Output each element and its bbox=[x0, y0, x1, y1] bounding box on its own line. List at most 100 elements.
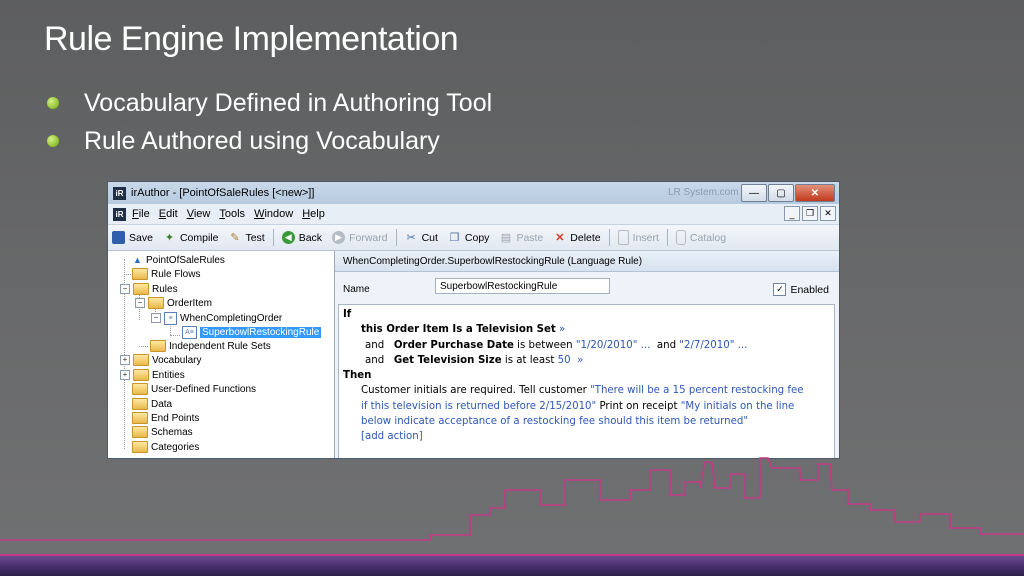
titlebar-faded-text: LR System.com bbox=[668, 187, 739, 198]
mdi-close-button[interactable]: ✕ bbox=[820, 206, 836, 221]
folder-icon bbox=[132, 398, 148, 410]
tree-item-label: Schemas bbox=[151, 426, 193, 438]
forward-button[interactable]: ▶ Forward bbox=[332, 231, 388, 244]
expand-icon[interactable]: + bbox=[120, 355, 130, 365]
condition-value[interactable]: "2/7/2010" ... bbox=[679, 340, 747, 351]
action-value[interactable]: "My initials on the line bbox=[681, 401, 795, 412]
copy-label: Copy bbox=[464, 231, 490, 244]
tree-item-user-defined-functions[interactable]: User-Defined Functions bbox=[132, 382, 256, 396]
action-value[interactable]: below indicate acceptance of a restockin… bbox=[361, 416, 748, 427]
rule-text-editor[interactable]: If this Order Item Is a Television Set »… bbox=[338, 304, 835, 458]
city-skyline-decoration bbox=[0, 457, 1024, 541]
bullet-icon bbox=[47, 97, 59, 109]
bullet-text: Rule Authored using Vocabulary bbox=[84, 126, 440, 155]
test-button[interactable]: ✎ Test bbox=[228, 231, 265, 245]
enabled-checkbox[interactable]: ✓ Enabled bbox=[773, 283, 829, 296]
menu-help[interactable]: Help bbox=[302, 208, 325, 220]
copy-button[interactable]: ❐ Copy bbox=[448, 231, 490, 245]
tree-item-label: User-Defined Functions bbox=[151, 383, 257, 395]
condition-value[interactable]: "1/20/2010" ... bbox=[576, 340, 651, 351]
insert-button[interactable]: Insert bbox=[617, 230, 659, 245]
back-button[interactable]: ◀ Back bbox=[281, 231, 323, 244]
tree-item-whencompletingorder[interactable]: − ≡ WhenCompletingOrder bbox=[151, 311, 282, 325]
project-icon: ▲ bbox=[133, 255, 142, 265]
action-value[interactable]: "There will be a 15 percent restocking f… bbox=[590, 385, 803, 396]
collapse-icon[interactable]: − bbox=[135, 298, 145, 308]
forward-label: Forward bbox=[349, 231, 388, 244]
test-label: Test bbox=[245, 231, 265, 244]
checkbox-icon[interactable]: ✓ bbox=[773, 283, 787, 296]
test-icon: ✎ bbox=[230, 232, 240, 244]
toolbar-separator bbox=[272, 229, 274, 246]
tree-item-vocabulary[interactable]: + Vocabulary bbox=[120, 353, 201, 367]
compile-button[interactable]: ✦ Compile bbox=[163, 231, 219, 245]
minimize-button[interactable]: — bbox=[741, 184, 767, 202]
tree-line bbox=[139, 346, 148, 347]
tree-item-entities[interactable]: + Entities bbox=[120, 368, 185, 382]
action-text[interactable]: Customer initials are required. Tell cus… bbox=[361, 385, 587, 396]
folder-icon bbox=[133, 354, 149, 366]
tree-item-independent-rule-sets[interactable]: Independent Rule Sets bbox=[150, 339, 271, 353]
action-row: below indicate acceptance of a restockin… bbox=[343, 414, 830, 429]
condition-operator[interactable]: is between bbox=[517, 340, 572, 351]
collapse-icon[interactable]: − bbox=[151, 313, 161, 323]
paste-button[interactable]: ▤ Paste bbox=[499, 231, 544, 245]
condition-text[interactable]: this Order Item Is a Television Set bbox=[361, 324, 556, 335]
tree-item-data[interactable]: Data bbox=[132, 397, 172, 411]
catalog-icon bbox=[675, 230, 686, 245]
condition-field[interactable]: Order Purchase Date bbox=[394, 340, 514, 351]
tree-item-rule-flows[interactable]: Rule Flows bbox=[132, 267, 200, 281]
back-icon: ◀ bbox=[281, 231, 295, 244]
rule-name-field[interactable]: SuperbowlRestockingRule bbox=[435, 278, 610, 294]
menu-edit[interactable]: Edit bbox=[159, 208, 178, 220]
bullet-item: Rule Authored using Vocabulary bbox=[44, 122, 492, 160]
expand-icon[interactable]: + bbox=[120, 370, 130, 380]
delete-icon: ✕ bbox=[555, 232, 565, 244]
action-row: [add action] bbox=[343, 429, 830, 444]
menu-view[interactable]: View bbox=[187, 208, 211, 220]
tree-item-superbowlrestockingrule[interactable]: A≡ SuperbowlRestockingRule bbox=[182, 325, 322, 339]
action-value[interactable]: if this television is returned before 2/… bbox=[361, 401, 596, 412]
cut-button[interactable]: ✂ Cut bbox=[405, 231, 437, 245]
save-icon bbox=[112, 231, 125, 244]
mdi-minimize-button[interactable]: _ bbox=[784, 206, 800, 221]
expand-arrow-icon[interactable]: » bbox=[559, 324, 565, 335]
catalog-label: Catalog bbox=[689, 231, 727, 244]
mdi-restore-button[interactable]: ❐ bbox=[802, 206, 818, 221]
window-titlebar[interactable]: iR irAuthor - [PointOfSaleRules [<new>]]… bbox=[108, 182, 839, 204]
tree-item-label: Rules bbox=[152, 283, 178, 295]
tree-item-orderitem[interactable]: − OrderItem bbox=[135, 296, 212, 310]
condition-operator[interactable]: is at least bbox=[505, 355, 555, 366]
action-row: Customer initials are required. Tell cus… bbox=[343, 383, 830, 398]
menu-file[interactable]: File bbox=[132, 208, 150, 220]
menu-window[interactable]: Window bbox=[254, 208, 293, 220]
then-keyword: Then bbox=[343, 370, 372, 382]
folder-icon bbox=[132, 383, 148, 395]
collapse-icon[interactable]: − bbox=[120, 284, 130, 294]
catalog-button[interactable]: Catalog bbox=[675, 230, 727, 245]
irauthor-window: iR irAuthor - [PointOfSaleRules [<new>]]… bbox=[107, 181, 840, 459]
condition-value[interactable]: 50 bbox=[558, 355, 571, 366]
condition-field[interactable]: Get Television Size bbox=[394, 355, 502, 366]
tree-item-root[interactable]: ▲ PointOfSaleRules bbox=[132, 253, 225, 267]
tree-item-schemas[interactable]: Schemas bbox=[132, 425, 193, 439]
enabled-label: Enabled bbox=[790, 283, 829, 296]
main-area: ▲ PointOfSaleRules Rule Flows − Rules − Ord… bbox=[108, 251, 839, 458]
action-row: if this television is returned before 2/… bbox=[343, 399, 830, 414]
maximize-button[interactable]: ▢ bbox=[768, 184, 794, 202]
menu-tools[interactable]: Tools bbox=[219, 208, 245, 220]
expand-arrow-icon[interactable]: » bbox=[577, 355, 583, 366]
tree-item-label-selected: SuperbowlRestockingRule bbox=[200, 326, 322, 338]
open-folder-icon bbox=[133, 283, 149, 295]
save-button[interactable]: Save bbox=[112, 231, 153, 244]
delete-button[interactable]: ✕ Delete bbox=[553, 231, 600, 245]
tree-item-end-points[interactable]: End Points bbox=[132, 411, 199, 425]
tree-item-rules[interactable]: − Rules bbox=[120, 282, 178, 296]
app-menu-icon[interactable]: iR bbox=[113, 207, 126, 221]
back-label: Back bbox=[298, 231, 323, 244]
action-text[interactable]: Print on receipt bbox=[599, 401, 677, 412]
and-keyword: and bbox=[365, 354, 385, 366]
close-button[interactable]: ✕ bbox=[795, 184, 835, 202]
toolbar-separator bbox=[395, 229, 397, 246]
add-action-link[interactable]: [add action] bbox=[361, 431, 423, 442]
